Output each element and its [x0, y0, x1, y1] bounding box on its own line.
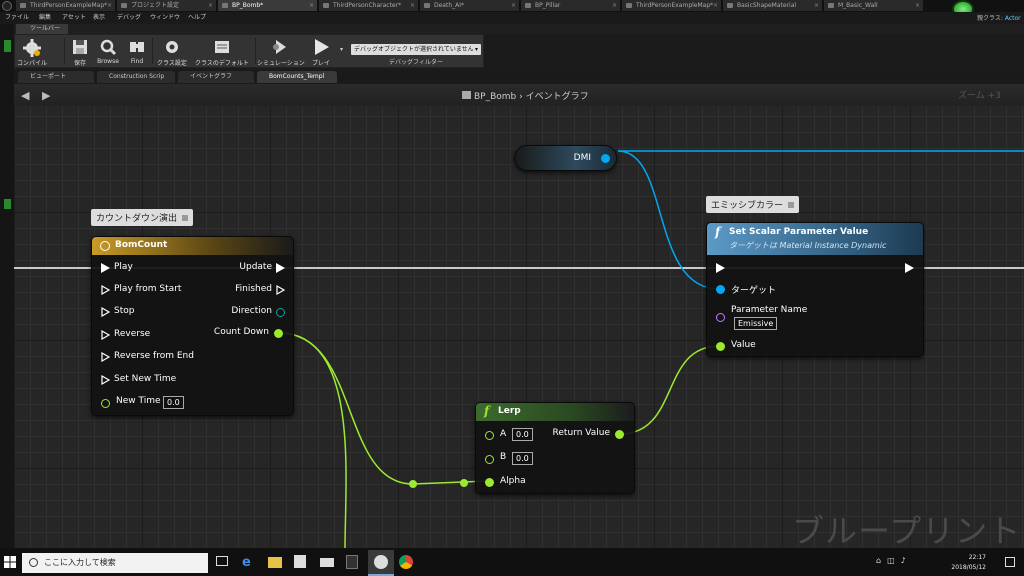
pin-label: Play from Start — [114, 284, 182, 294]
object-pin-target[interactable] — [716, 285, 725, 294]
taskbar-search-input[interactable]: ここに入力して検索 — [22, 553, 208, 573]
unreal-editor-icon[interactable] — [368, 550, 394, 576]
node-subtitle: ターゲットは Material Instance Dynamic — [729, 241, 887, 250]
pin-label: Play — [114, 262, 133, 272]
float-pin-value[interactable] — [716, 342, 725, 351]
object-pin-dmi[interactable] — [601, 154, 610, 163]
pin-label: Stop — [114, 306, 135, 316]
function-icon: f — [484, 404, 490, 418]
node-title: BomCount — [115, 240, 168, 250]
exec-pin-update[interactable] — [276, 263, 285, 273]
timeline-node[interactable]: BomCount Play Play from Start Stop Rever… — [91, 236, 294, 416]
node-title: Lerp — [498, 406, 521, 416]
pin-label: ターゲット — [731, 286, 777, 296]
collapse-icon[interactable] — [181, 215, 188, 221]
a-value-field[interactable]: 0.0 — [512, 428, 533, 441]
exec-pin-out[interactable] — [905, 263, 914, 273]
pin-label: A — [500, 429, 507, 439]
name-pin-parameter-name[interactable] — [716, 313, 725, 322]
search-placeholder: ここに入力して検索 — [44, 558, 116, 567]
node-title: Set Scalar Parameter Value — [729, 227, 869, 237]
exec-pin-finished[interactable] — [276, 285, 286, 295]
taskbar-date[interactable]: 2018/05/12 — [946, 564, 986, 571]
pin-label: New Time — [116, 396, 161, 406]
store-icon[interactable] — [294, 555, 306, 568]
epic-launcher-icon[interactable] — [346, 555, 358, 569]
pin-label: Alpha — [500, 476, 526, 486]
pin-label: Count Down — [213, 327, 269, 337]
pin-label: Direction — [231, 306, 272, 316]
edge-icon[interactable]: e — [242, 555, 251, 570]
comment-text: カウントダウン演出 — [96, 214, 178, 224]
float-pin-count-down[interactable] — [274, 329, 283, 338]
pin-label: Update — [239, 262, 272, 272]
new-time-field[interactable]: 0.0 — [163, 396, 184, 409]
timeline-comment[interactable]: カウントダウン演出 — [91, 209, 193, 226]
pin-label: Value — [731, 340, 756, 350]
clock-icon — [100, 241, 110, 251]
enum-pin-direction[interactable] — [276, 308, 285, 317]
mail-icon[interactable] — [320, 558, 334, 567]
collapse-icon[interactable] — [787, 202, 794, 208]
pin-label: Parameter Name — [731, 305, 808, 315]
task-view-icon[interactable] — [216, 556, 228, 566]
float-pin-new-time[interactable] — [101, 399, 110, 408]
exec-pin-play-from-start[interactable] — [101, 285, 111, 295]
pin-label: B — [500, 452, 507, 462]
search-icon — [29, 558, 38, 567]
b-value-field[interactable]: 0.0 — [512, 452, 533, 465]
reroute-node[interactable] — [460, 479, 468, 487]
dmi-variable-node[interactable]: DMI — [514, 145, 617, 171]
reroute-node[interactable] — [409, 480, 417, 488]
pin-label: Finished — [235, 284, 272, 294]
float-pin-b[interactable] — [485, 455, 494, 464]
function-icon: f — [715, 225, 721, 239]
chrome-icon[interactable] — [399, 555, 413, 569]
set-scalar-comment[interactable]: エミッシブカラー — [706, 196, 799, 213]
exec-pin-set-new-time[interactable] — [101, 375, 111, 385]
pin-label: Reverse — [114, 329, 151, 339]
windows-start-icon[interactable] — [4, 556, 16, 568]
float-pin-return-value[interactable] — [615, 430, 624, 439]
exec-pin-in[interactable] — [716, 263, 725, 273]
parameter-name-field[interactable]: Emissive — [734, 317, 778, 330]
comment-text: エミッシブカラー — [711, 201, 784, 211]
action-center-icon[interactable] — [1005, 557, 1015, 567]
pin-label: Set New Time — [114, 374, 177, 384]
taskbar-time[interactable]: 22:17 — [950, 554, 986, 561]
pin-label: Return Value — [552, 428, 610, 438]
pin-label: Reverse from End — [114, 351, 194, 361]
variable-label: DMI — [573, 153, 591, 163]
exec-pin-play[interactable] — [101, 263, 110, 273]
set-scalar-parameter-node[interactable]: f Set Scalar Parameter Value ターゲットは Mate… — [706, 222, 924, 357]
lerp-node[interactable]: f Lerp A 0.0 B 0.0 Alpha Return Value — [475, 402, 635, 494]
float-pin-alpha[interactable] — [485, 478, 494, 487]
exec-pin-stop[interactable] — [101, 307, 111, 317]
exec-pin-reverse[interactable] — [101, 330, 111, 340]
notifications-icons[interactable]: ⌂◫♪ — [876, 556, 946, 568]
exec-pin-reverse-from-end[interactable] — [101, 352, 111, 362]
float-pin-a[interactable] — [485, 431, 494, 440]
file-explorer-icon[interactable] — [268, 557, 282, 568]
